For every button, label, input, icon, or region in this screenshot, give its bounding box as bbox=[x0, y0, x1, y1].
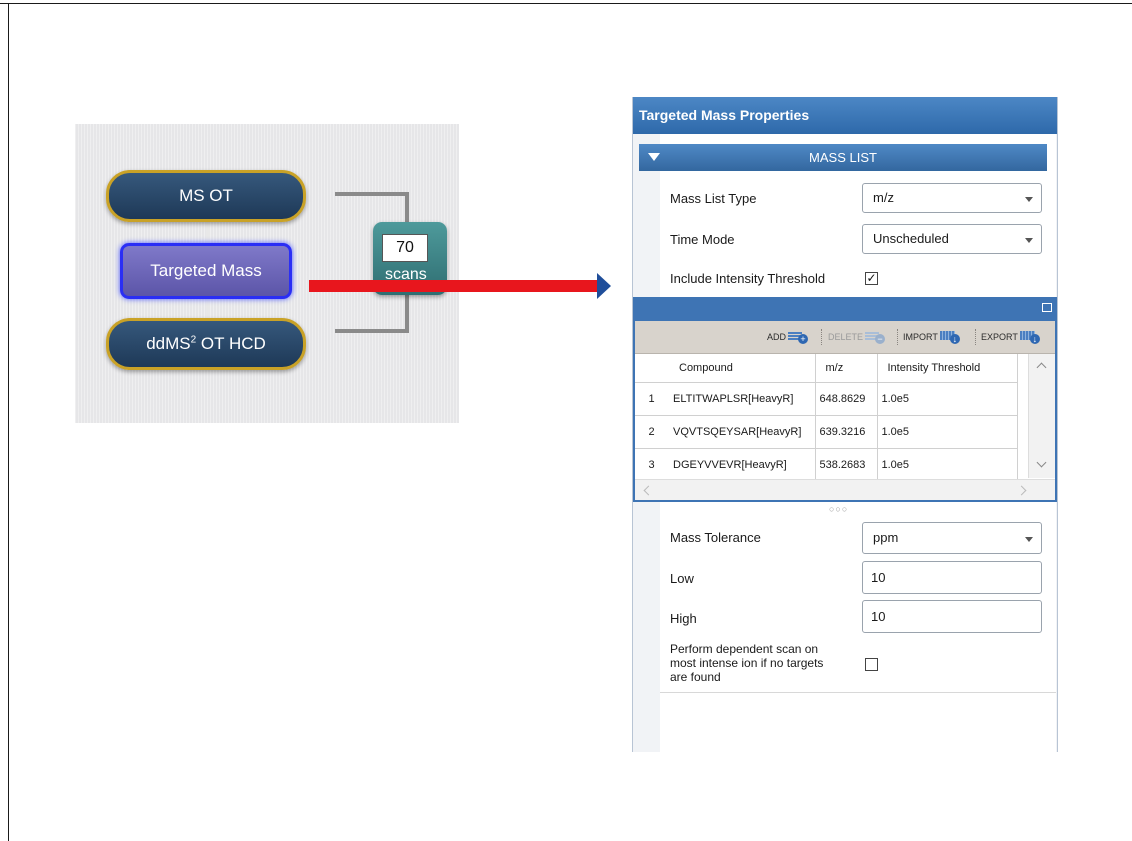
threshold-cell[interactable]: 1.0e5 bbox=[877, 448, 1018, 482]
dependent-scan-label-line: are found bbox=[670, 670, 721, 684]
compound-cell[interactable]: DGEYVVEVR[HeavyR] bbox=[669, 448, 816, 482]
threshold-cell[interactable]: 1.0e5 bbox=[877, 415, 1018, 449]
chevron-down-icon bbox=[1025, 197, 1033, 202]
column-header-intensity-threshold[interactable]: Intensity Threshold bbox=[877, 354, 1018, 383]
resize-grip-icon[interactable]: ○○○ bbox=[829, 504, 848, 514]
mz-cell[interactable]: 639.3216 bbox=[815, 415, 878, 449]
mass-list-toolbar: ADD + DELETE − IMPORT ↓ EXPORT ↓ bbox=[635, 321, 1055, 354]
ddms2-ot-hcd-node[interactable]: ddMS2 OT HCD bbox=[106, 318, 306, 370]
row-index: 2 bbox=[635, 415, 669, 449]
compound-cell[interactable]: VQVTSQEYSAR[HeavyR] bbox=[669, 415, 816, 449]
intensity-threshold-label: Include Intensity Threshold bbox=[670, 271, 826, 286]
mass-list-type-dropdown[interactable]: m/z bbox=[862, 183, 1042, 213]
table-header-row: Compound m/z Intensity Threshold bbox=[635, 354, 1018, 383]
intensity-threshold-checkbox[interactable]: ✓ bbox=[865, 272, 878, 285]
scan-count-field[interactable]: 70 bbox=[382, 234, 428, 262]
dependent-scan-label: Perform dependent scan on most intense i… bbox=[670, 642, 823, 684]
ddms2-suffix: OT HCD bbox=[196, 334, 266, 353]
ms-ot-node[interactable]: MS OT bbox=[106, 170, 306, 222]
ms-ot-label: MS OT bbox=[179, 186, 233, 205]
mass-list-type-value: m/z bbox=[873, 190, 894, 205]
high-label: High bbox=[670, 611, 697, 626]
ddms2-prefix: ddMS bbox=[146, 334, 191, 353]
scroll-down-icon[interactable] bbox=[1036, 457, 1047, 468]
compound-cell[interactable]: ELTITWAPLSR[HeavyR] bbox=[669, 382, 816, 416]
bracket-bottom bbox=[335, 329, 409, 333]
delete-button[interactable]: DELETE − bbox=[828, 331, 886, 344]
toolbar-separator bbox=[897, 329, 899, 345]
scroll-left-icon[interactable] bbox=[643, 485, 654, 496]
ddms2-label: ddMS2 OT HCD bbox=[146, 334, 266, 354]
mass-tolerance-label: Mass Tolerance bbox=[670, 530, 761, 545]
frame-top-border bbox=[0, 3, 1132, 4]
mass-tolerance-dropdown[interactable]: ppm bbox=[862, 522, 1042, 554]
mz-cell[interactable]: 648.8629 bbox=[815, 382, 878, 416]
bracket-bottom-vertical bbox=[405, 295, 409, 333]
section-divider bbox=[660, 692, 1056, 693]
low-label: Low bbox=[670, 571, 694, 586]
export-label: EXPORT bbox=[981, 331, 1018, 342]
targeted-mass-node[interactable]: Targeted Mass bbox=[120, 243, 292, 299]
dependent-scan-checkbox[interactable] bbox=[865, 658, 878, 671]
toolbar-separator bbox=[975, 329, 977, 345]
dependent-scan-label-line: Perform dependent scan on bbox=[670, 642, 819, 656]
mass-list-section-header[interactable]: MASS LIST bbox=[639, 144, 1047, 171]
targeted-mass-properties-panel: Targeted Mass Properties MASS LIST Mass … bbox=[632, 97, 1058, 752]
delete-row-icon: − bbox=[865, 331, 886, 344]
callout-arrow-head bbox=[597, 273, 611, 299]
scroll-right-icon[interactable] bbox=[1016, 485, 1027, 496]
connector-vertical-bottom bbox=[206, 299, 210, 319]
mz-cell[interactable]: 538.2683 bbox=[815, 448, 878, 482]
import-button[interactable]: IMPORT ↓ bbox=[903, 331, 960, 344]
horizontal-scrollbar[interactable] bbox=[635, 479, 1055, 500]
restore-window-icon[interactable] bbox=[1042, 303, 1052, 312]
import-table-icon: ↓ bbox=[939, 331, 960, 344]
mass-tolerance-value: ppm bbox=[873, 530, 899, 545]
scroll-up-icon[interactable] bbox=[1036, 362, 1047, 373]
chevron-down-icon bbox=[1025, 537, 1033, 542]
high-input[interactable]: 10 bbox=[862, 600, 1042, 633]
mass-list-table-block: ADD + DELETE − IMPORT ↓ EXPORT ↓ Compoun… bbox=[633, 321, 1057, 502]
export-table-icon: ↓ bbox=[1019, 331, 1040, 344]
chevron-down-icon bbox=[1025, 238, 1033, 243]
properties-title: Targeted Mass Properties bbox=[633, 97, 1057, 134]
mass-list-table-header-bar bbox=[633, 297, 1057, 321]
delete-label: DELETE bbox=[828, 331, 864, 342]
frame-left-border bbox=[8, 4, 9, 841]
add-row-icon: + bbox=[788, 331, 809, 344]
import-label: IMPORT bbox=[903, 331, 938, 342]
section-title: MASS LIST bbox=[809, 150, 877, 165]
mass-list-type-label: Mass List Type bbox=[670, 191, 757, 206]
targeted-mass-label: Targeted Mass bbox=[150, 261, 262, 280]
column-header-compound[interactable]: Compound bbox=[669, 354, 816, 383]
vertical-scrollbar[interactable] bbox=[1028, 354, 1055, 478]
mass-list-table: Compound m/z Intensity Threshold 1 ELTIT… bbox=[635, 354, 1018, 482]
time-mode-label: Time Mode bbox=[670, 232, 735, 247]
callout-arrow-shaft bbox=[309, 280, 599, 292]
time-mode-value: Unscheduled bbox=[873, 231, 949, 246]
column-header-index bbox=[635, 354, 669, 383]
column-header-mz[interactable]: m/z bbox=[815, 354, 878, 383]
add-label: ADD bbox=[767, 331, 787, 342]
table-row[interactable]: 2 VQVTSQEYSAR[HeavyR] 639.3216 1.0e5 bbox=[635, 415, 1018, 449]
dependent-scan-label-line: most intense ion if no targets bbox=[670, 656, 824, 670]
add-button[interactable]: ADD + bbox=[767, 331, 809, 344]
time-mode-dropdown[interactable]: Unscheduled bbox=[862, 224, 1042, 254]
bracket-top bbox=[335, 192, 409, 196]
table-row[interactable]: 1 ELTITWAPLSR[HeavyR] 648.8629 1.0e5 bbox=[635, 382, 1018, 416]
export-button[interactable]: EXPORT ↓ bbox=[981, 331, 1040, 344]
toolbar-separator bbox=[821, 329, 823, 345]
table-row[interactable]: 3 DGEYVVEVR[HeavyR] 538.2683 1.0e5 bbox=[635, 448, 1018, 482]
low-input[interactable]: 10 bbox=[862, 561, 1042, 594]
threshold-cell[interactable]: 1.0e5 bbox=[877, 382, 1018, 416]
row-index: 3 bbox=[635, 448, 669, 482]
row-index: 1 bbox=[635, 382, 669, 416]
